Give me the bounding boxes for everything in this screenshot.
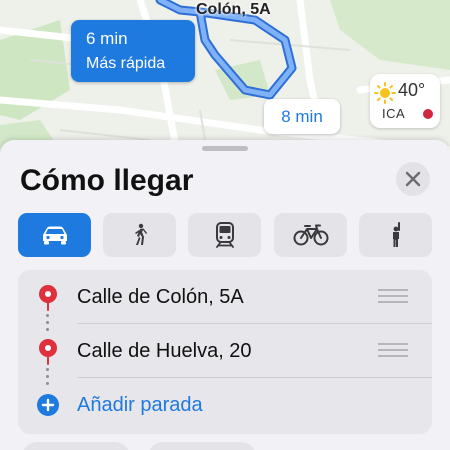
fastest-route-bubble[interactable]: 6 min Más rápida xyxy=(71,20,195,82)
option-pill[interactable] xyxy=(148,442,256,450)
fastest-route-time: 6 min xyxy=(86,29,128,48)
stop-origin-label: Calle de Colón, 5A xyxy=(77,286,244,308)
mode-transit-button[interactable] xyxy=(188,213,261,257)
add-stop-row[interactable]: Añadir parada xyxy=(18,378,432,431)
bicycle-icon xyxy=(293,224,328,246)
sun-icon xyxy=(374,82,396,104)
stop-row-origin[interactable]: Calle de Colón, 5A xyxy=(18,270,432,323)
pin-icon xyxy=(39,285,57,311)
weather-widget[interactable]: 40° ICA xyxy=(370,74,440,128)
reorder-handle-icon[interactable] xyxy=(378,343,408,357)
air-quality-label: ICA xyxy=(382,106,406,121)
close-button[interactable] xyxy=(396,162,430,196)
mode-ride-button[interactable] xyxy=(359,213,432,257)
weather-temperature: 40° xyxy=(398,80,426,100)
car-icon xyxy=(42,226,67,245)
mode-car-button[interactable] xyxy=(18,213,91,257)
alternate-route-bubble[interactable]: 8 min xyxy=(264,99,340,134)
stop-destination-label: Calle de Huelva, 20 xyxy=(77,340,252,362)
sheet-grabber-handle[interactable] xyxy=(202,146,248,151)
add-icon xyxy=(37,394,59,416)
option-pill[interactable] xyxy=(22,442,130,450)
map-street-label: Colón, 5A xyxy=(196,1,271,18)
reorder-handle-icon[interactable] xyxy=(378,289,408,303)
close-icon xyxy=(405,171,421,187)
air-quality-indicator xyxy=(423,109,433,119)
add-stop-label: Añadir parada xyxy=(77,394,203,416)
fastest-route-subtitle: Más rápida xyxy=(86,55,166,72)
mode-cycle-button[interactable] xyxy=(274,213,347,257)
mode-walk-button[interactable] xyxy=(103,213,176,257)
sheet-title: Cómo llegar xyxy=(20,164,194,197)
transport-mode-selector xyxy=(18,213,432,257)
train-icon xyxy=(215,222,234,248)
stop-row-destination[interactable]: Calle de Huelva, 20 xyxy=(18,324,432,377)
pin-icon xyxy=(39,339,57,365)
person-hail-icon xyxy=(392,222,400,247)
route-stops-list: Calle de Colón, 5A Calle de Huelva, 20 A… xyxy=(18,270,432,434)
directions-sheet: Cómo llegar Calle de Colón, 5A Calle de … xyxy=(0,140,450,450)
walk-icon xyxy=(134,223,147,245)
